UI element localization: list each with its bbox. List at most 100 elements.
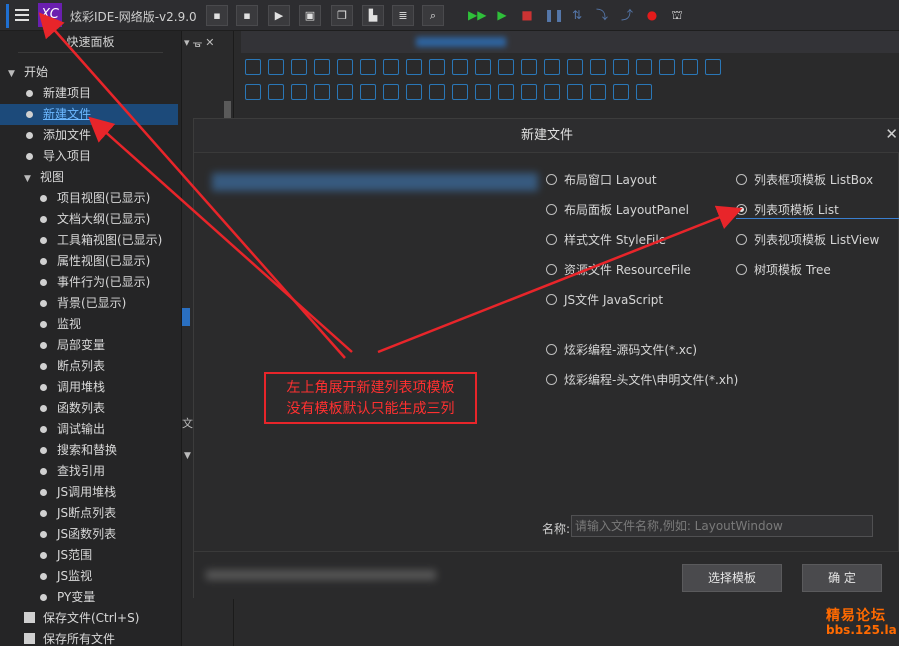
step-over-icon[interactable]: ⇅: [569, 7, 585, 23]
radio-icon[interactable]: [546, 294, 557, 305]
sidebar-item[interactable]: 项目视图(已显示): [40, 188, 150, 209]
sidebar-item[interactable]: PY变量: [40, 587, 95, 608]
template-option[interactable]: 列表框项模板 ListBox: [736, 171, 873, 189]
sidebar-item-label: 事件行为(已显示): [57, 275, 151, 289]
file-name-input[interactable]: [571, 515, 873, 537]
file-type-option[interactable]: 炫彩编程-头文件\申明文件(*.xh): [546, 371, 738, 389]
run-green-icon[interactable]: ▶▶: [468, 7, 486, 23]
file-type-option[interactable]: 炫彩编程-源码文件(*.xc): [546, 341, 697, 359]
file-type-option[interactable]: 样式文件 StyleFile: [546, 231, 666, 249]
bullet-icon: [26, 111, 33, 118]
sidebar-item[interactable]: 局部变量: [40, 335, 105, 356]
bullet-icon: [26, 132, 33, 139]
record-icon[interactable]: ●: [644, 7, 660, 23]
stop-icon[interactable]: ■: [519, 7, 535, 23]
editor-tab-bar[interactable]: [241, 31, 899, 53]
template-option[interactable]: 树项模板 Tree: [736, 261, 831, 279]
option-label: 列表项模板 List: [754, 203, 839, 217]
menu-icon[interactable]: [6, 4, 32, 28]
sidebar-item[interactable]: JS函数列表: [40, 524, 116, 545]
search-icon[interactable]: ⌕: [422, 5, 444, 26]
sidebar-item[interactable]: ▼ 开始: [8, 62, 48, 83]
select-template-button[interactable]: 选择模板: [682, 564, 782, 592]
sidebar-item[interactable]: 断点列表: [40, 356, 105, 377]
sidebar-item[interactable]: 保存所有文件: [24, 629, 115, 646]
window-icon[interactable]: ▣: [299, 5, 321, 26]
sidebar-item[interactable]: 工具箱视图(已显示): [40, 230, 162, 251]
radio-icon[interactable]: [546, 174, 557, 185]
sidebar-item[interactable]: JS调用堆栈: [40, 482, 116, 503]
sidebar-item[interactable]: 函数列表: [40, 398, 105, 419]
sidebar-item[interactable]: 文档大纲(已显示): [40, 209, 150, 230]
list-icon[interactable]: ≣: [392, 5, 414, 26]
sidebar-item[interactable]: JS断点列表: [40, 503, 116, 524]
sidebar-item[interactable]: JS范围: [40, 545, 92, 566]
radio-icon[interactable]: [546, 374, 557, 385]
sidebar-item-label: 导入项目: [43, 149, 92, 163]
sidebar-item-label: 查找引用: [57, 464, 106, 478]
sidebar-item[interactable]: 属性视图(已显示): [40, 251, 150, 272]
save-icon: [24, 633, 35, 644]
sidebar-item[interactable]: ▼ 视图: [24, 167, 64, 188]
pause-icon[interactable]: ❚❚: [544, 7, 564, 23]
paste-icon[interactable]: ▙: [362, 5, 384, 26]
radio-icon[interactable]: [546, 234, 557, 245]
bullet-icon: [40, 531, 47, 538]
radio-icon[interactable]: [546, 204, 557, 215]
step-icon[interactable]: ▶: [494, 7, 510, 23]
sidebar-item[interactable]: JS监视: [40, 566, 92, 587]
bullet-icon: [40, 426, 47, 433]
sidebar-item-label: 新建文件: [43, 107, 92, 121]
radio-icon[interactable]: [736, 264, 747, 275]
dialog-footer: 选择模板 确 定: [194, 551, 899, 599]
sidebar-item[interactable]: 背景(已显示): [40, 293, 126, 314]
bullet-icon: [40, 195, 47, 202]
sidebar-item[interactable]: 调试输出: [40, 419, 105, 440]
sidebar-item[interactable]: 搜索和替换: [40, 440, 117, 461]
radio-icon[interactable]: [546, 264, 557, 275]
sidebar-item[interactable]: 新建文件: [0, 104, 178, 125]
expand-arrow-icon[interactable]: ▼: [24, 169, 34, 190]
sidebar-item[interactable]: 保存文件(Ctrl+S): [24, 608, 139, 629]
dock-header-icons[interactable]: ▾ ᚗ ✕: [184, 36, 214, 49]
radio-icon[interactable]: [736, 174, 747, 185]
sidebar-item-label: JS范围: [57, 548, 93, 562]
template-option[interactable]: 列表项模板 List: [736, 201, 899, 219]
sidebar-item[interactable]: 调用堆栈: [40, 377, 105, 398]
option-label: 布局窗口 Layout: [564, 173, 657, 187]
bullet-icon: [40, 279, 47, 286]
sidebar-item[interactable]: 导入项目: [26, 146, 91, 167]
save-icon[interactable]: ▪: [206, 5, 228, 26]
radio-icon[interactable]: [736, 204, 747, 215]
selection-marker: [182, 308, 190, 326]
sidebar-item[interactable]: 监视: [40, 314, 81, 335]
run-icon[interactable]: ▶: [268, 5, 290, 26]
save-all-icon[interactable]: ▪: [236, 5, 258, 26]
radio-icon[interactable]: [546, 344, 557, 355]
sidebar-item[interactable]: 事件行为(已显示): [40, 272, 150, 293]
sidebar-item[interactable]: 查找引用: [40, 461, 105, 482]
template-option[interactable]: 列表视项模板 ListView: [736, 231, 879, 249]
expand-arrow-icon[interactable]: ▼: [8, 64, 18, 85]
sidebar-item[interactable]: 新建项目: [26, 83, 91, 104]
bullet-icon: [40, 216, 47, 223]
build-icon[interactable]: ⛫: [669, 7, 685, 23]
file-type-option[interactable]: 布局窗口 Layout: [546, 171, 657, 189]
quick-panel: 快速面板 ▼ 开始 新建项目 新建文件 添加文件 导入项目 ▼ 视图 项目视图(已显示) 文档大纲…: [0, 31, 182, 646]
step-into-icon[interactable]: ⤵: [594, 7, 610, 23]
close-icon[interactable]: ✕: [885, 125, 898, 143]
watermark-url: bbs.125.la: [826, 623, 897, 637]
file-type-option[interactable]: JS文件 JavaScript: [546, 291, 663, 309]
alignment-toolbar-row-1[interactable]: [245, 59, 728, 81]
bullet-icon: [40, 489, 47, 496]
file-type-option[interactable]: 布局面板 LayoutPanel: [546, 201, 689, 219]
alignment-toolbar-row-2[interactable]: [245, 84, 659, 106]
sidebar-item[interactable]: 添加文件: [26, 125, 91, 146]
bullet-icon: [40, 510, 47, 517]
copy-icon[interactable]: ❐: [331, 5, 353, 26]
dock-dropdown-icon[interactable]: ▼: [184, 451, 191, 461]
file-type-option[interactable]: 资源文件 ResourceFile: [546, 261, 691, 279]
step-out-icon[interactable]: ⤴: [619, 7, 635, 23]
radio-icon[interactable]: [736, 234, 747, 245]
ok-button[interactable]: 确 定: [802, 564, 882, 592]
